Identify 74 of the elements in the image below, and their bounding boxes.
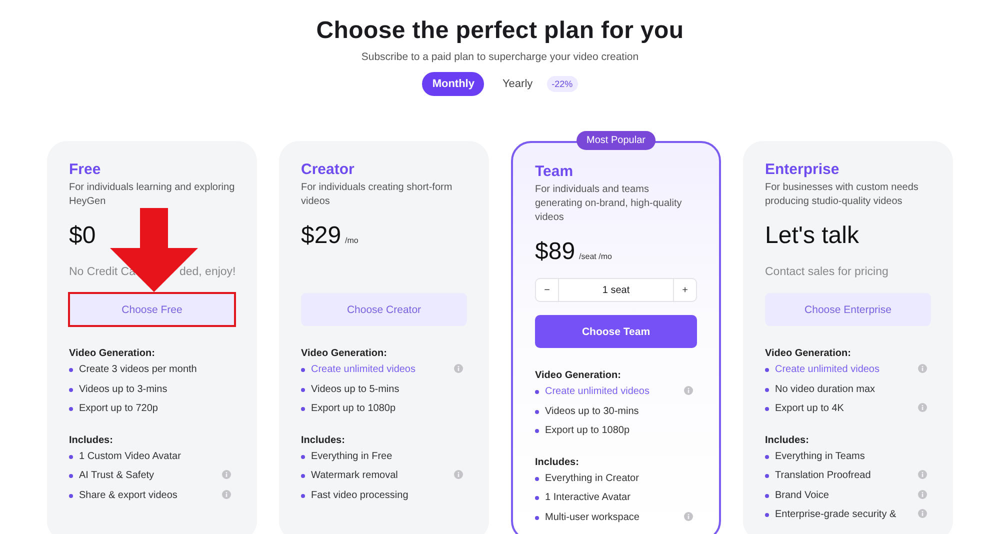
plan-note: Contact sales for pricing: [765, 265, 888, 280]
info-icon[interactable]: [222, 470, 231, 479]
choose-plan-button[interactable]: Choose Free: [69, 293, 235, 326]
choose-plan-button[interactable]: Choose Enterprise: [765, 293, 931, 326]
increase-button[interactable]: +: [674, 279, 696, 301]
feature-item: Everything in Creator: [545, 472, 640, 484]
feature-item: Brand Voice: [775, 490, 830, 500]
feature-item: Videos up to 30-mins: [545, 406, 640, 416]
feature-item: Everything in Teams: [775, 450, 866, 462]
feature-link[interactable]: Create unlimited videos: [545, 386, 684, 397]
billing-tab[interactable]: Yearly: [492, 72, 543, 96]
feature-heading: Includes:: [301, 434, 346, 446]
feature-item: No video duration max: [775, 384, 876, 394]
billing-tab[interactable]: Monthly: [422, 72, 484, 96]
feature-item: AI Trust & Safety: [79, 470, 156, 481]
feature-link[interactable]: Create unlimited videos: [311, 364, 454, 375]
plan-price: Let's talk: [765, 222, 859, 250]
feature-item: Export up to 720p: [79, 403, 159, 414]
feature-item: 1 Custom Video Avatar: [79, 450, 182, 462]
feature-item: Everything in Free: [311, 450, 394, 462]
plan-description: For individuals and teams generating on-brand, high-quality videos: [535, 183, 683, 225]
feature-item: 1 Interactive Avatar: [545, 492, 632, 503]
choose-plan-button[interactable]: Choose Creator: [301, 293, 467, 326]
plan-price: $0: [69, 222, 96, 250]
info-icon[interactable]: [918, 364, 927, 373]
feature-item: Create 3 videos per month: [79, 364, 198, 375]
info-icon[interactable]: [918, 470, 927, 479]
info-icon[interactable]: [918, 490, 927, 498]
feature-heading: Video Generation:: [765, 348, 852, 359]
feature-item: Share & export videos: [79, 490, 178, 500]
plan-name: Enterprise: [765, 161, 840, 178]
feature-item: Multi-user workspace: [545, 512, 640, 522]
plan-description: For individuals learning and exploring HeyGen: [69, 181, 235, 209]
page-title: Choose the perfect plan for you: [316, 17, 684, 45]
info-icon[interactable]: [684, 512, 693, 520]
plan-price: $89: [535, 238, 576, 266]
price-unit: /mo: [345, 236, 358, 245]
seat-stepper[interactable]: − 1 seat +: [535, 278, 697, 302]
popular-badge: Most Popular: [576, 131, 656, 150]
feature-heading: Video Generation:: [69, 348, 156, 359]
feature-heading: Includes:: [535, 456, 580, 468]
feature-item: Videos up to 5-mins: [311, 384, 400, 394]
feature-item: Export up to 4K: [775, 403, 845, 414]
plan-name: Team: [535, 163, 574, 180]
plan-name: Creator: [301, 161, 356, 178]
plan-description: For individuals creating short-form videos: [301, 181, 454, 209]
info-icon[interactable]: [684, 386, 693, 395]
feature-item: Export up to 1080p: [545, 425, 631, 436]
plan-name: Free: [69, 161, 102, 178]
feature-heading: Includes:: [765, 434, 810, 446]
info-icon[interactable]: [454, 364, 463, 373]
seat-count: 1 seat: [558, 279, 674, 301]
feature-item: Watermark removal: [311, 470, 399, 481]
feature-item: Export up to 1080p: [311, 403, 397, 414]
info-icon[interactable]: [918, 509, 927, 518]
info-icon[interactable]: [222, 490, 231, 498]
plan-description: For businesses with custom needs producing studio-quality videos: [765, 181, 920, 209]
feature-heading: Includes:: [69, 434, 114, 446]
price-unit: /seat /mo: [579, 252, 612, 261]
feature-item: Fast video processing: [311, 490, 410, 500]
discount-badge: -22%: [546, 76, 578, 92]
choose-plan-button[interactable]: Choose Team: [535, 315, 697, 348]
feature-heading: Video Generation:: [301, 348, 388, 359]
feature-link[interactable]: Create unlimited videos: [775, 364, 918, 375]
info-icon[interactable]: [454, 470, 463, 479]
plan-price: $29: [301, 222, 342, 250]
info-icon[interactable]: [918, 403, 927, 412]
page-subtitle: Subscribe to a paid plan to supercharge your video creation: [361, 51, 639, 63]
feature-item: Translation Proofread: [775, 470, 872, 481]
plan-note: ded, enjoy!: [179, 265, 236, 280]
feature-item: Enterprise-grade security &: [775, 509, 898, 520]
feature-item: Videos up to 3-mins: [79, 384, 168, 394]
decrease-button[interactable]: −: [536, 279, 558, 301]
feature-heading: Video Generation:: [535, 370, 622, 381]
